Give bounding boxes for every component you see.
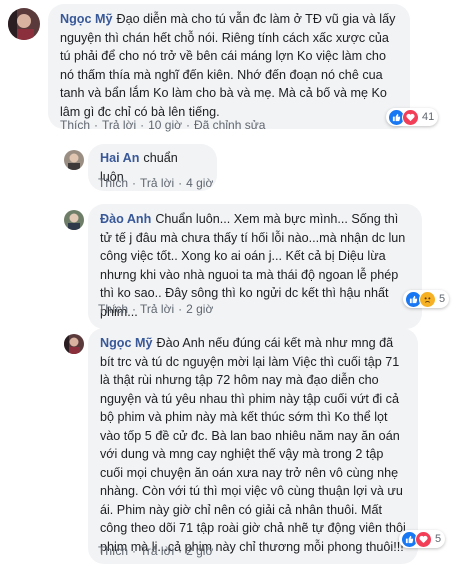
comment-bubble: Ngọc Mỹ Đạo diễn mà cho tú vẫn đc làm ở T… — [48, 4, 410, 129]
avatar-photo-icon — [64, 334, 84, 354]
like-button[interactable]: Thích — [98, 544, 128, 558]
like-button[interactable]: Thích — [60, 118, 90, 132]
avatar-photo-icon — [64, 150, 84, 170]
avatar[interactable] — [8, 8, 40, 40]
timestamp[interactable]: 4 giờ — [186, 176, 213, 190]
reply-button[interactable]: Trả lời — [140, 176, 174, 190]
comment-bubble: Ngọc Mỹ Đào Anh nếu đúng cái kết mà như m… — [88, 328, 418, 564]
avatar[interactable] — [64, 210, 84, 230]
comment-actions: Thích · Trả lời · 10 giờ · Đã chỉnh sửa — [60, 118, 266, 132]
sad-icon — [419, 290, 436, 308]
avatar[interactable] — [64, 150, 84, 170]
comment-author[interactable]: Ngọc Mỹ — [100, 336, 152, 350]
comment-author[interactable]: Đào Anh — [100, 212, 151, 226]
like-button[interactable]: Thích — [98, 302, 128, 316]
love-icon — [402, 108, 419, 126]
reply-button[interactable]: Trả lời — [102, 118, 136, 132]
reaction-summary[interactable]: 5 — [399, 530, 446, 548]
like-button[interactable]: Thích — [98, 176, 128, 190]
avatar-photo-icon — [64, 210, 84, 230]
timestamp[interactable]: 2 giờ — [186, 544, 213, 558]
comment-text: Đào Anh nếu đúng cái kết mà như mng đã b… — [100, 336, 406, 554]
reply-button[interactable]: Trả lời — [140, 544, 174, 558]
reaction-summary[interactable]: 5 — [403, 290, 450, 308]
reaction-count: 5 — [439, 293, 446, 305]
comment-actions: Thích · Trả lời · 4 giờ — [98, 176, 214, 190]
reply-button[interactable]: Trả lời — [140, 302, 174, 316]
comment-author[interactable]: Hai An — [100, 151, 139, 165]
comment-actions: Thích · Trả lời · 2 giờ — [98, 302, 214, 316]
love-icon — [415, 530, 432, 548]
edited-label[interactable]: Đã chỉnh sửa — [194, 118, 265, 132]
reaction-count: 41 — [422, 111, 435, 123]
comment-text: Đạo diễn mà cho tú vẫn đc làm ở TĐ vũ gi… — [60, 12, 396, 119]
timestamp[interactable]: 10 giờ — [148, 118, 182, 132]
reaction-summary[interactable]: 41 — [386, 108, 439, 126]
comment-author[interactable]: Ngọc Mỹ — [60, 12, 112, 26]
reaction-count: 5 — [435, 533, 442, 545]
comment-actions: Thích · Trả lời · 2 giờ — [98, 544, 214, 558]
avatar-photo-icon — [8, 8, 40, 40]
avatar[interactable] — [64, 334, 84, 354]
timestamp[interactable]: 2 giờ — [186, 302, 213, 316]
